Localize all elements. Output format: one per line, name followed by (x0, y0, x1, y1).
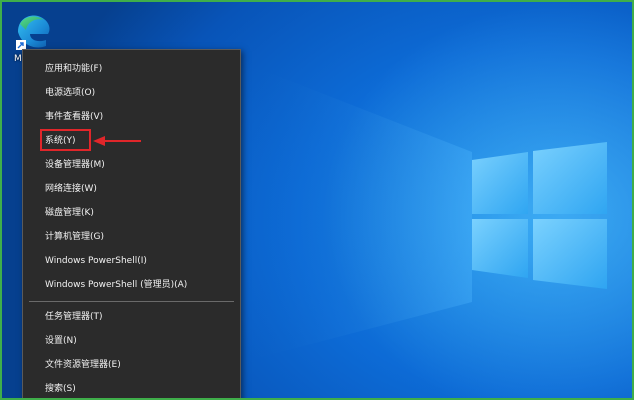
menu-item-label: 电源选项(O) (45, 88, 96, 98)
menu-item-search[interactable]: 搜索(S) (23, 378, 240, 398)
menu-item-label: Windows PowerShell(I) (45, 256, 147, 266)
menu-item-label: 设置(N) (45, 336, 77, 346)
menu-item-label: 网络连接(W) (45, 184, 97, 194)
menu-item-power-options[interactable]: 电源选项(O) (23, 82, 240, 104)
menu-item-file-explorer[interactable]: 文件资源管理器(E) (23, 354, 240, 376)
menu-item-network-connections[interactable]: 网络连接(W) (23, 178, 240, 200)
menu-item-computer-management[interactable]: 计算机管理(G) (23, 226, 240, 248)
menu-item-label: Windows PowerShell (管理员)(A) (45, 280, 188, 290)
menu-item-disk-management[interactable]: 磁盘管理(K) (23, 202, 240, 224)
menu-item-task-manager[interactable]: 任务管理器(T) (23, 306, 240, 328)
winx-context-menu: 应用和功能(F) 电源选项(O) 事件查看器(V) 系统(Y) 设备管理器(M)… (22, 49, 241, 398)
red-arrow-icon (93, 136, 141, 146)
menu-item-windows-powershell[interactable]: Windows PowerShell(I) (23, 250, 240, 272)
desktop-background: M 应用和功能(F) 电源选项(O) 事件查看器(V) 系统(Y) 设备管理器(… (0, 0, 634, 400)
menu-item-label: 计算机管理(G) (45, 232, 104, 242)
menu-item-label: 磁盘管理(K) (45, 208, 94, 218)
menu-item-label: 事件查看器(V) (45, 112, 104, 122)
menu-item-label: 应用和功能(F) (45, 64, 103, 74)
menu-item-label: 文件资源管理器(E) (45, 360, 121, 370)
menu-item-event-viewer[interactable]: 事件查看器(V) (23, 106, 240, 128)
menu-item-label: 任务管理器(T) (45, 312, 103, 322)
menu-separator (29, 301, 234, 302)
highlight-box (40, 129, 91, 151)
menu-item-apps-and-features[interactable]: 应用和功能(F) (23, 58, 240, 80)
desktop-icon-label: M (14, 54, 22, 64)
menu-item-settings[interactable]: 设置(N) (23, 330, 240, 352)
menu-item-device-manager[interactable]: 设备管理器(M) (23, 154, 240, 176)
menu-item-windows-powershell-admin[interactable]: Windows PowerShell (管理员)(A) (23, 274, 240, 296)
menu-item-label: 设备管理器(M) (45, 160, 105, 170)
menu-item-label: 搜索(S) (45, 384, 76, 394)
